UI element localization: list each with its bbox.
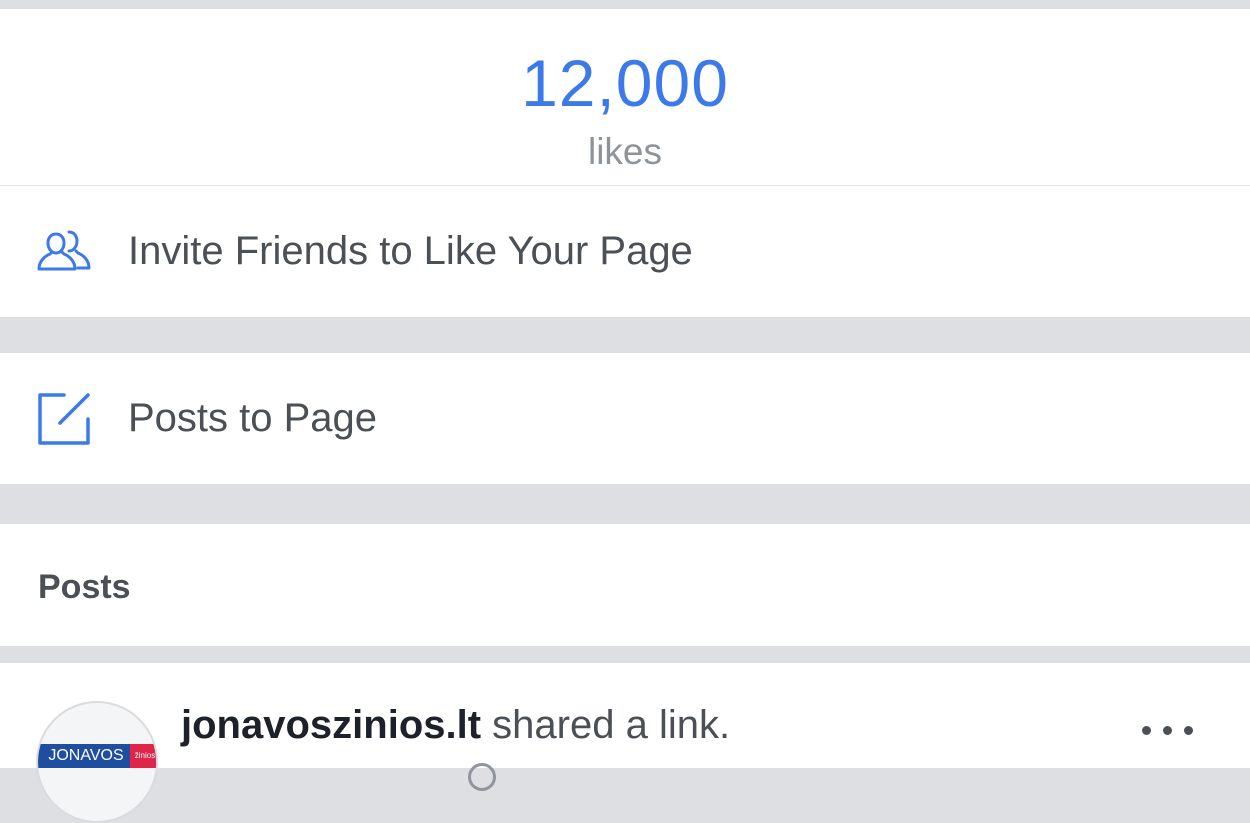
invite-friends-label: Invite Friends to Like Your Page (128, 229, 693, 273)
avatar-logo-text: JONAVOS (48, 747, 124, 764)
posts-to-page-section: Posts to Page (0, 353, 1250, 484)
invite-friends-section: Invite Friends to Like Your Page (0, 186, 1250, 317)
post-card: JONAVOS žinios jonavoszinios.lt shared a… (0, 663, 1250, 823)
compose-icon (38, 393, 90, 445)
privacy-icon (468, 763, 496, 791)
likes-summary: 12,000 likes (0, 9, 1250, 185)
likes-count[interactable]: 12,000 (0, 45, 1250, 121)
posts-header: Posts (38, 568, 131, 606)
post-headline: jonavoszinios.lt shared a link. (181, 701, 730, 749)
posts-to-page-label: Posts to Page (128, 396, 378, 440)
posts-to-page-button[interactable]: Posts to Page (0, 353, 1250, 484)
avatar-logo-tag: žinios (130, 744, 156, 768)
friends-icon (37, 230, 91, 271)
avatar[interactable]: JONAVOS žinios (36, 701, 158, 823)
post-author-link[interactable]: jonavoszinios.lt (181, 703, 481, 747)
post-action-text: shared a link. (481, 703, 731, 747)
posts-section: Posts (0, 524, 1250, 646)
likes-label: likes (587, 131, 663, 172)
more-dots-icon[interactable] (1142, 719, 1194, 743)
invite-friends-button[interactable]: Invite Friends to Like Your Page (0, 186, 1250, 317)
